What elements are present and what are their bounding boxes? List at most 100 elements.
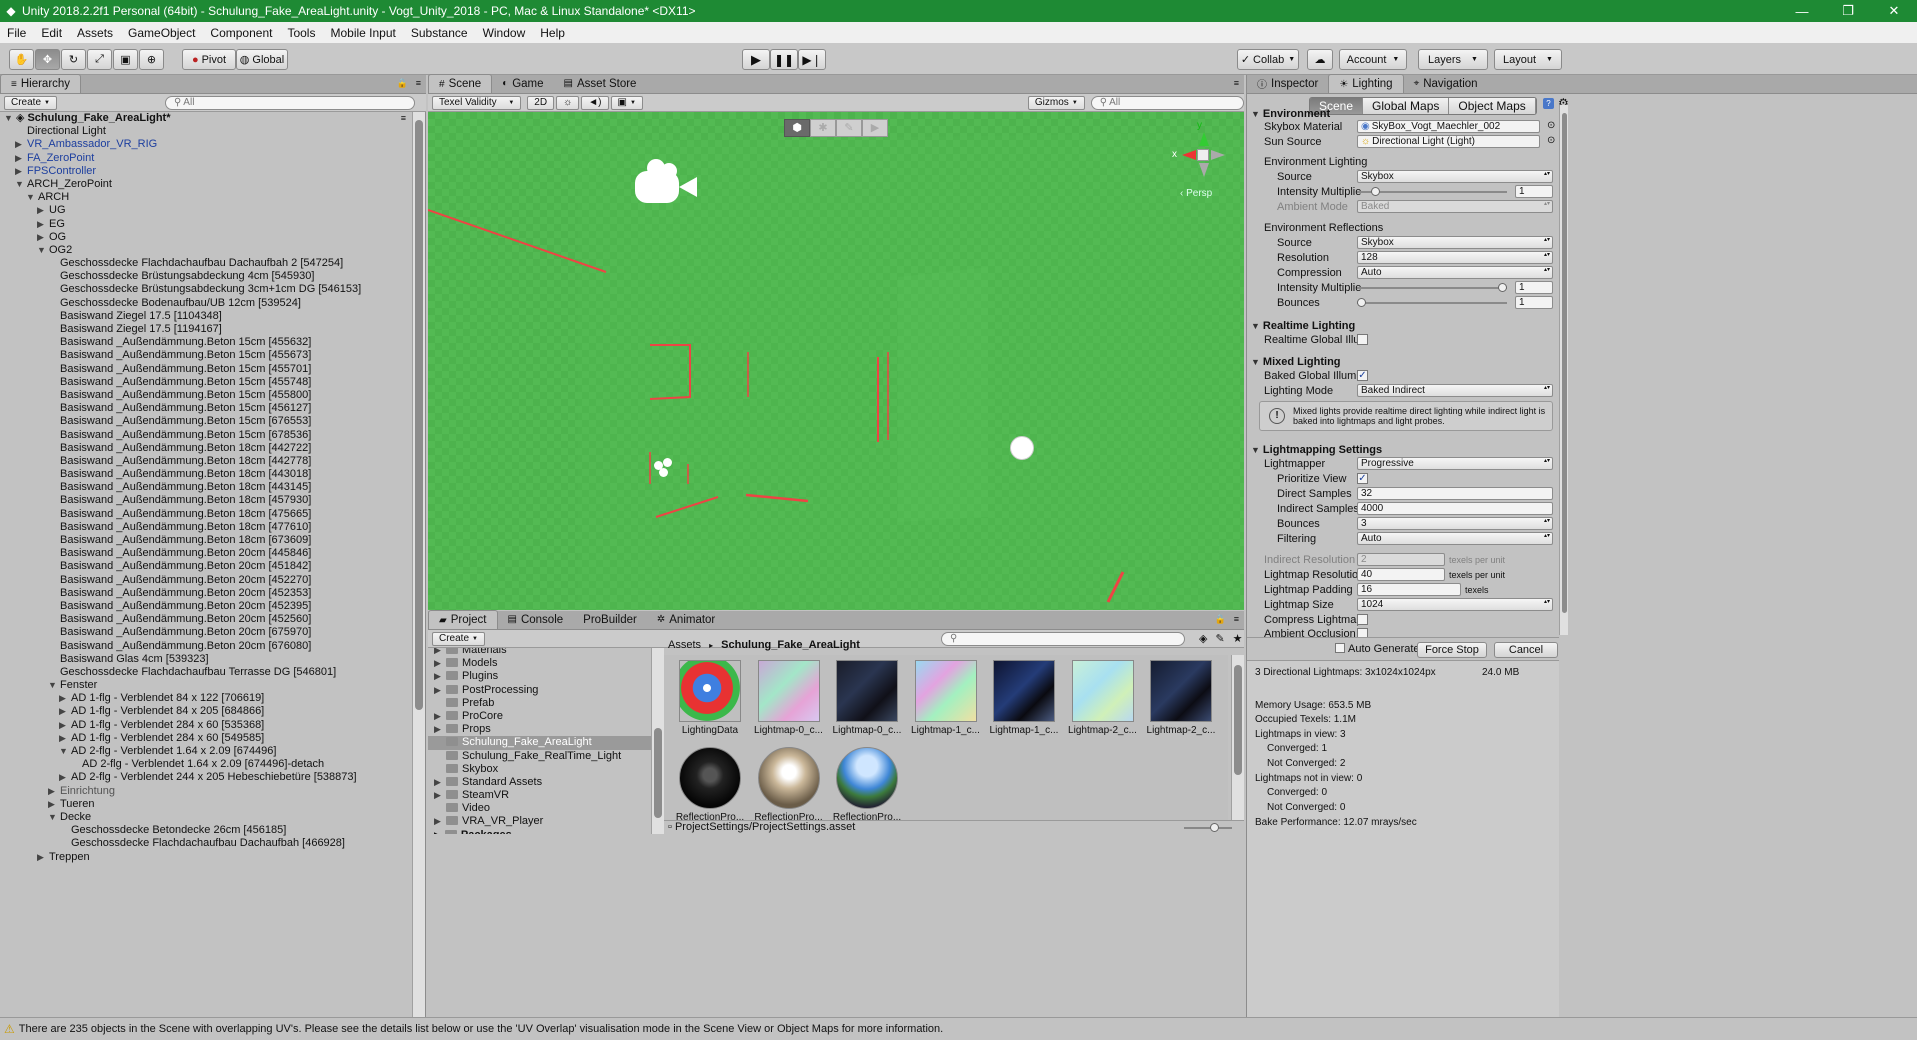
- expanded-arrow-icon[interactable]: ▼: [59, 745, 71, 758]
- asset-item[interactable]: Lightmap-1_c...: [908, 660, 984, 736]
- hierarchy-item[interactable]: Basiswand _Außendämmung.Beton 18cm [4427…: [0, 442, 412, 455]
- object-picker-icon[interactable]: ⊙: [1547, 135, 1555, 146]
- reflection-bounces-field[interactable]: 1: [1515, 296, 1553, 309]
- folder-item[interactable]: ▶ Plugins: [428, 670, 656, 683]
- hierarchy-item[interactable]: ▼ AD 2-flg - Verblendet 1.64 x 2.09 [6744…: [0, 745, 412, 758]
- menu-item-file[interactable]: File: [0, 26, 34, 40]
- menu-item-help[interactable]: Help: [533, 26, 573, 40]
- auto-generate-checkbox[interactable]: [1335, 643, 1345, 653]
- audio-toggle[interactable]: ◄): [581, 95, 609, 110]
- transform-tool-icon[interactable]: ⊕: [139, 49, 164, 70]
- collapsed-arrow-icon[interactable]: ▶: [434, 648, 441, 657]
- folder-item[interactable]: Video: [428, 802, 656, 815]
- tab-project[interactable]: ▰ Project: [428, 610, 498, 629]
- hierarchy-item[interactable]: Geschossdecke Flachdachaufbau Terrasse D…: [0, 666, 412, 679]
- probe-group-icon[interactable]: [654, 458, 676, 480]
- panel-menu-icon[interactable]: ≡: [416, 78, 421, 88]
- hierarchy-item[interactable]: ▶ Tueren: [0, 798, 412, 811]
- slider-knob[interactable]: [1498, 283, 1507, 292]
- collapsed-arrow-icon[interactable]: ▶: [15, 138, 27, 151]
- expanded-arrow-icon[interactable]: ▼: [1251, 321, 1260, 331]
- persp-label[interactable]: ‹ Persp: [1180, 188, 1212, 199]
- account-button[interactable]: Account ▼: [1339, 49, 1407, 70]
- expanded-arrow-icon[interactable]: ▼: [37, 244, 49, 257]
- collapsed-arrow-icon[interactable]: ▶: [434, 815, 441, 828]
- asset-item[interactable]: Lightmap-2_c...: [1065, 660, 1141, 736]
- expanded-arrow-icon[interactable]: ▼: [26, 191, 38, 204]
- cube-icon[interactable]: ⬢: [784, 119, 810, 137]
- orientation-gizmo[interactable]: y x ‹ Persp: [1170, 120, 1230, 210]
- hierarchy-item[interactable]: Basiswand _Außendämmung.Beton 15cm [4557…: [0, 363, 412, 376]
- hierarchy-item[interactable]: ▼ ARCH: [0, 191, 412, 204]
- hierarchy-item[interactable]: Geschossdecke Brüstungsabdeckung 3cm+1cm…: [0, 283, 412, 296]
- create-button[interactable]: Create ▼: [4, 95, 57, 110]
- hierarchy-item[interactable]: ▶ UG: [0, 204, 412, 217]
- hierarchy-item[interactable]: ▶ Treppen: [0, 851, 412, 864]
- collapsed-arrow-icon[interactable]: ▶: [37, 851, 49, 864]
- collapsed-arrow-icon[interactable]: ▶: [434, 776, 441, 789]
- baked-gi-checkbox[interactable]: ✓: [1357, 370, 1368, 381]
- hierarchy-item[interactable]: ▼ ◈ Schulung_Fake_AreaLight* ≡: [0, 112, 412, 125]
- slider-knob[interactable]: [1357, 298, 1366, 307]
- collab-button[interactable]: ✓ Collab ▼: [1237, 49, 1299, 70]
- collapsed-arrow-icon[interactable]: ▶: [48, 785, 60, 798]
- lm-bounces-dropdown[interactable]: 3: [1357, 517, 1553, 530]
- hierarchy-item[interactable]: Basiswand _Außendämmung.Beton 20cm [4523…: [0, 587, 412, 600]
- move-tool-icon[interactable]: ✥: [35, 49, 60, 70]
- folder-item[interactable]: ▶ Props: [428, 723, 656, 736]
- folder-item[interactable]: ▶ Standard Assets: [428, 776, 656, 789]
- hierarchy-item[interactable]: ▶ AD 1-flg - Verblendet 84 x 122 [706619]: [0, 692, 412, 705]
- project-search-input[interactable]: ⚲: [940, 631, 1185, 646]
- layout-dropdown[interactable]: Layout ▼: [1494, 49, 1562, 70]
- folder-item[interactable]: ▶ VRA_VR_Player: [428, 815, 656, 828]
- hierarchy-item[interactable]: Directional Light: [0, 125, 412, 138]
- hierarchy-item[interactable]: ▶ Einrichtung: [0, 785, 412, 798]
- reflection-source-dropdown[interactable]: Skybox: [1357, 236, 1553, 249]
- create-button[interactable]: Create ▼: [432, 631, 485, 646]
- folder-item[interactable]: ▶ PostProcessing: [428, 684, 656, 697]
- hierarchy-item[interactable]: Basiswand _Außendämmung.Beton 15cm [4556…: [0, 349, 412, 362]
- hierarchy-item[interactable]: Basiswand _Außendämmung.Beton 15cm [4558…: [0, 389, 412, 402]
- collapsed-arrow-icon[interactable]: ▶: [15, 165, 27, 178]
- pause-button[interactable]: ❚❚: [770, 49, 798, 70]
- expanded-arrow-icon[interactable]: ▼: [48, 811, 60, 824]
- hierarchy-item[interactable]: Basiswand _Außendämmung.Beton 18cm [4430…: [0, 468, 412, 481]
- brush-icon[interactable]: ✎: [836, 119, 862, 137]
- folder-item[interactable]: ▶ Models: [428, 657, 656, 670]
- filtering-dropdown[interactable]: Auto: [1357, 532, 1553, 545]
- folder-item[interactable]: ▶ Materials: [428, 648, 656, 657]
- expanded-arrow-icon[interactable]: ▼: [15, 178, 27, 191]
- hierarchy-item[interactable]: Basiswand _Außendämmung.Beton 20cm [4525…: [0, 613, 412, 626]
- hierarchy-item[interactable]: Basiswand Glas 4cm [539323]: [0, 653, 412, 666]
- menu-item-component[interactable]: Component: [203, 26, 280, 40]
- hierarchy-item[interactable]: Basiswand _Außendämmung.Beton 20cm [6759…: [0, 626, 412, 639]
- collapsed-arrow-icon[interactable]: ▶: [434, 657, 441, 670]
- hierarchy-item[interactable]: Basiswand _Außendämmung.Beton 20cm [4518…: [0, 560, 412, 573]
- collapsed-arrow-icon[interactable]: ▶: [59, 771, 71, 784]
- collapsed-arrow-icon[interactable]: ▶: [434, 670, 441, 683]
- camera-gizmo-icon[interactable]: [631, 157, 701, 207]
- realtime-gi-checkbox[interactable]: [1357, 334, 1368, 345]
- hierarchy-item[interactable]: Geschossdecke Betondecke 26cm [456185]: [0, 824, 412, 837]
- tab-probuilder[interactable]: ProBuilder: [573, 610, 647, 629]
- tab-game[interactable]: ◐ Game: [492, 74, 553, 93]
- scrollbar-thumb[interactable]: [415, 120, 423, 710]
- rotate-tool-icon[interactable]: ↻: [61, 49, 86, 70]
- play-button[interactable]: ▶: [742, 49, 770, 70]
- rect-tool-icon[interactable]: ▣: [113, 49, 138, 70]
- filter-type-icon[interactable]: ◈: [1199, 632, 1207, 645]
- hierarchy-item[interactable]: ▼ Decke: [0, 811, 412, 824]
- reflection-intensity-slider[interactable]: [1357, 283, 1507, 292]
- effects-dropdown[interactable]: ▣ ▼: [610, 95, 643, 110]
- arrow-right-icon[interactable]: ▶: [862, 119, 888, 137]
- hierarchy-item[interactable]: Basiswand _Außendämmung.Beton 20cm [6760…: [0, 640, 412, 653]
- expanded-arrow-icon[interactable]: ▼: [48, 679, 60, 692]
- status-bar[interactable]: ⚠ There are 235 objects in the Scene wit…: [0, 1017, 1917, 1040]
- lightmap-size-dropdown[interactable]: 1024: [1357, 598, 1553, 611]
- hierarchy-item[interactable]: Basiswand _Außendämmung.Beton 15cm [6765…: [0, 415, 412, 428]
- hierarchy-item[interactable]: ▶ VR_Ambassador_VR_RIG: [0, 138, 412, 151]
- collapsed-arrow-icon[interactable]: ▶: [434, 830, 441, 834]
- scrollbar-thumb[interactable]: [1234, 665, 1242, 775]
- folder-item[interactable]: Schulung_Fake_RealTime_Light: [428, 750, 656, 763]
- hierarchy-item[interactable]: Geschossdecke Flachdachaufbau Dachaufbah…: [0, 257, 412, 270]
